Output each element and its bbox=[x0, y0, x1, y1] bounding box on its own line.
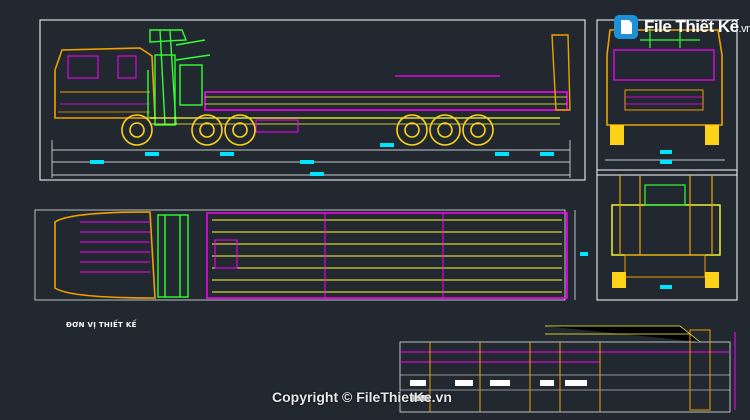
logo-name: File Thiết Kế bbox=[644, 17, 739, 36]
cabin-door-window bbox=[117, 55, 137, 79]
design-unit-label: ĐƠN VỊ THIẾT KẾ bbox=[66, 321, 137, 329]
front-view bbox=[605, 28, 725, 164]
logo-suffix: .vn bbox=[738, 23, 750, 35]
copyright-watermark: Copyright © FileThietKe.vn bbox=[272, 389, 452, 405]
truck-blueprint bbox=[34, 19, 738, 413]
windshield bbox=[613, 49, 715, 81]
crane-side bbox=[147, 29, 211, 126]
deck-top bbox=[206, 212, 568, 299]
side-wheels bbox=[121, 114, 494, 146]
cabin-outline bbox=[54, 47, 156, 119]
crane-top bbox=[157, 214, 189, 298]
top-view bbox=[34, 209, 588, 301]
flatbed-deck bbox=[204, 91, 568, 111]
deck-slats bbox=[212, 219, 562, 293]
brand-logo: File Thiết Kế.vn bbox=[612, 13, 750, 41]
grille bbox=[624, 89, 704, 111]
dimension-tags bbox=[90, 143, 554, 176]
cabin-window bbox=[67, 55, 99, 79]
cad-drawing-canvas: File Thiết Kế.vn ĐƠN VỊ THIẾT KẾ Copyrig… bbox=[0, 0, 750, 420]
cabin-top bbox=[54, 211, 156, 299]
rear-view bbox=[611, 175, 721, 289]
file-icon bbox=[614, 15, 638, 39]
side-view bbox=[51, 29, 571, 178]
